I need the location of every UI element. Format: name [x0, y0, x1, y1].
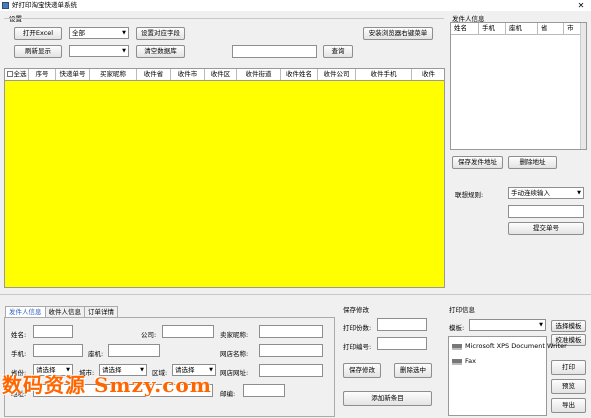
grid-column-header[interactable]: 收件公司	[318, 69, 356, 80]
sender-column-header[interactable]: 省	[538, 23, 564, 34]
company-label: 公司:	[141, 331, 157, 339]
printer-item-label: Microsoft XPS Document Writer	[465, 342, 567, 350]
phone-field[interactable]	[108, 344, 160, 357]
chevron-down-icon: ▼	[122, 48, 126, 54]
print-button[interactable]: 打印	[551, 360, 586, 375]
printer-item-xps[interactable]: Microsoft XPS Document Writer	[452, 342, 567, 350]
name-field[interactable]	[33, 325, 73, 338]
app-icon	[2, 2, 9, 9]
seller-nick-label: 卖家昵称:	[220, 331, 249, 339]
grid-column-header[interactable]: 买家昵称	[90, 69, 137, 80]
grid-column-header[interactable]: 收件省	[137, 69, 171, 80]
template-label: 模板:	[449, 324, 465, 332]
submit-tracking-button[interactable]: 提交单号	[508, 222, 584, 235]
mobile-label: 手机:	[11, 350, 27, 358]
close-icon[interactable]: ✕	[573, 0, 589, 11]
grid-body[interactable]	[4, 81, 445, 288]
grid-column-header[interactable]: 收件街道	[237, 69, 281, 80]
sender-column-header[interactable]: 姓名	[451, 23, 479, 34]
set-fields-button[interactable]: 设置对应字段	[136, 27, 185, 40]
clear-db-button[interactable]: 清空数据库	[136, 45, 185, 58]
shop-url-field[interactable]	[259, 364, 323, 377]
rule-select[interactable]: 手动连续输入 ▼	[508, 187, 584, 199]
chevron-down-icon: ▼	[539, 322, 543, 328]
print-no-field[interactable]	[377, 337, 427, 350]
postcode-field[interactable]	[243, 384, 285, 397]
select-all-label: 全选	[13, 70, 27, 78]
sender-list-header: 姓名 手机 座机省市	[451, 23, 586, 35]
printer-item-fax[interactable]: Fax	[452, 357, 476, 365]
shop-name-field[interactable]	[259, 344, 323, 357]
window-title: 好打印淘宝快递单系统	[12, 1, 77, 9]
preview-button[interactable]: 预览	[551, 379, 586, 394]
bottom-divider	[0, 294, 591, 295]
chevron-down-icon: ▼	[577, 190, 581, 196]
select-all-checkbox[interactable]	[6, 71, 13, 77]
select-all-column[interactable]: 全选	[5, 69, 29, 80]
install-menu-button[interactable]: 安装浏览器右键菜单	[363, 27, 433, 40]
add-entry-button[interactable]: 添加新条目	[343, 391, 432, 406]
name-label: 姓名:	[11, 331, 27, 339]
grid-column-header[interactable]: 收件市	[171, 69, 205, 80]
sender-list[interactable]: 姓名 手机 座机省市	[450, 22, 587, 150]
save-group-label: 保存修改	[343, 306, 369, 314]
print-no-label: 打印编号:	[343, 343, 372, 351]
grid-column-header[interactable]: 收件	[412, 69, 444, 80]
filter-select-value: 全部	[72, 29, 85, 37]
seller-nick-field[interactable]	[259, 325, 323, 338]
settings-divider	[4, 18, 444, 19]
search-input[interactable]	[232, 45, 317, 58]
delete-address-button[interactable]: 删除地址	[508, 156, 557, 169]
print-count-label: 打印份数:	[343, 324, 372, 332]
rule-select-value: 手动连续输入	[511, 189, 550, 197]
grid-column-header[interactable]: 收件手机	[356, 69, 412, 80]
save-changes-button[interactable]: 保存修改	[343, 363, 381, 378]
grid-column-header[interactable]: 收件姓名	[281, 69, 318, 80]
rule-label: 联想规则:	[455, 191, 484, 199]
sender-column-header[interactable]: 手机	[479, 23, 506, 34]
postcode-label: 邮编:	[220, 390, 236, 398]
sender-list-scrollbar[interactable]	[580, 23, 586, 149]
filter-select[interactable]: 全部 ▼	[69, 27, 129, 39]
chevron-down-icon: ▼	[122, 30, 126, 36]
company-field[interactable]	[162, 325, 214, 338]
watermark: 数码资源 Smzy.com	[2, 373, 212, 397]
select-template-button[interactable]: 选择模板	[551, 320, 586, 332]
template-select[interactable]: ▼	[469, 319, 546, 331]
secondary-select[interactable]: ▼	[69, 45, 129, 57]
printer-list[interactable]: Microsoft XPS Document Writer Fax	[448, 336, 567, 416]
title-bar: 好打印淘宝快递单系统 ✕	[0, 0, 591, 11]
print-group-label: 打印信息	[449, 306, 475, 314]
mobile-field[interactable]	[33, 344, 83, 357]
delete-selected-button[interactable]: 删除选中	[394, 363, 432, 378]
printer-icon	[452, 342, 462, 350]
tracking-input[interactable]	[508, 205, 584, 218]
print-count-field[interactable]	[377, 318, 427, 331]
sender-column-header[interactable]: 座机	[506, 23, 538, 34]
printer-item-label: Fax	[465, 357, 476, 365]
grid-header: 全选 序号 快递单号 买家昵称 收件省 收件市 收件区 收件街道 收件姓名 收件公司 收件手机 收件	[4, 68, 445, 81]
printer-icon	[452, 357, 462, 365]
refresh-button[interactable]: 刷新显示	[14, 45, 62, 58]
shop-url-label: 网店网址:	[220, 369, 249, 377]
save-sender-button[interactable]: 保存发件地址	[452, 156, 503, 169]
grid-column-header[interactable]: 序号	[29, 69, 56, 80]
grid-column-header[interactable]: 快递单号	[56, 69, 90, 80]
export-button[interactable]: 导出	[551, 398, 586, 413]
open-excel-button[interactable]: 打开Excel	[14, 27, 62, 40]
grid-column-header[interactable]: 收件区	[205, 69, 237, 80]
query-button[interactable]: 查询	[323, 45, 353, 58]
phone-label: 座机:	[88, 350, 104, 358]
shop-name-label: 网店名称:	[220, 350, 249, 358]
